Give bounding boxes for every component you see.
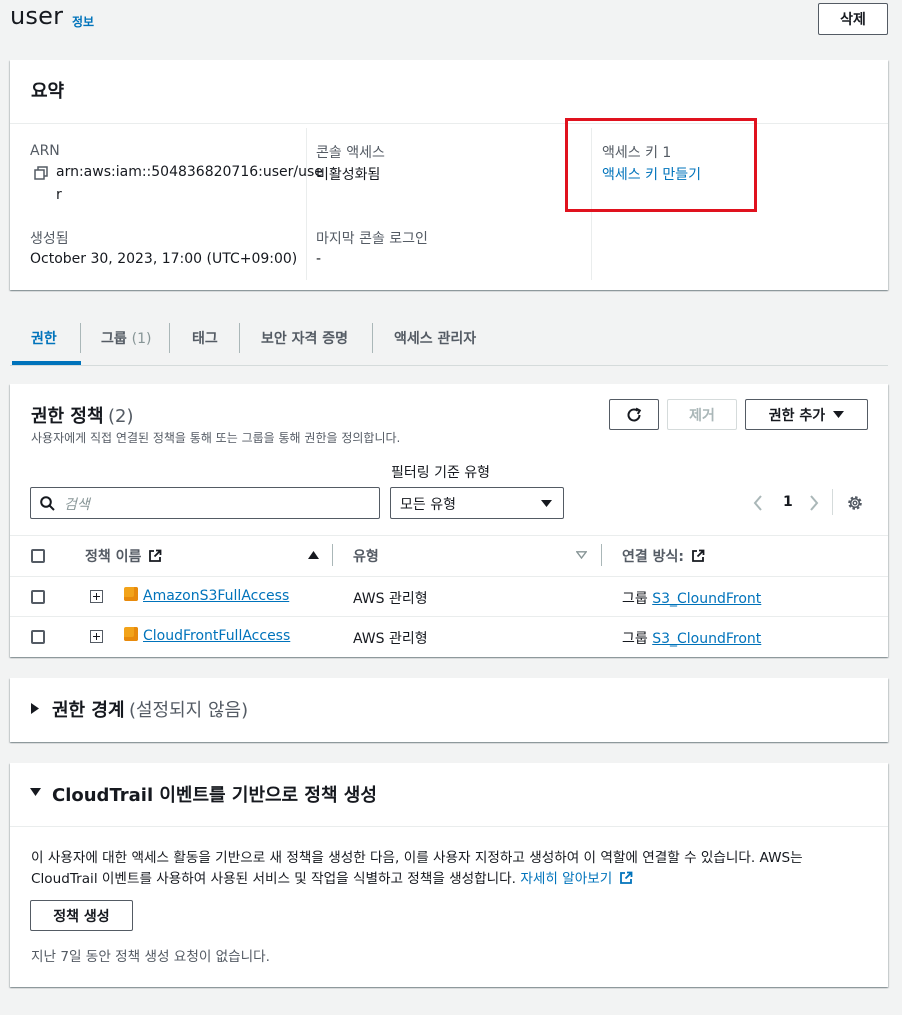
caret-right-icon[interactable]	[31, 703, 39, 714]
group-link[interactable]: S3_CloundFront	[652, 591, 761, 607]
summary-heading: 요약	[31, 81, 65, 102]
chevron-left-icon[interactable]	[753, 495, 763, 511]
tab-tags[interactable]: 태그	[192, 328, 218, 348]
cloudtrail-heading[interactable]: CloudTrail 이벤트를 기반으로 정책 생성	[52, 781, 377, 807]
last-login-value: -	[316, 251, 322, 267]
column-attached-via[interactable]: 연결 방식:	[622, 546, 705, 566]
created-value: October 30, 2023, 17:00 (UTC+09:00)	[30, 251, 298, 267]
row-checkbox[interactable]	[31, 590, 45, 604]
refresh-icon	[627, 407, 642, 421]
add-permissions-button[interactable]: 권한 추가	[745, 399, 868, 430]
boundary-status: (설정되지 않음)	[128, 700, 249, 721]
cloudtrail-policy-card: CloudTrail 이벤트를 기반으로 정책 생성 이 사용자에 대한 액세스…	[10, 763, 888, 987]
highlight-box	[565, 118, 757, 212]
no-requests-note: 지난 7일 동안 정책 생성 요청이 없습니다.	[31, 949, 270, 965]
expand-icon[interactable]	[90, 590, 103, 603]
caret-down-icon	[833, 410, 845, 418]
page-title: user	[10, 2, 64, 30]
search-input[interactable]: 검색	[30, 487, 380, 519]
type-filter-select[interactable]: 모든 유형	[390, 487, 564, 519]
tab-groups-label: 그룹	[101, 331, 127, 347]
policies-description: 사용자에게 직접 연결된 정책을 통해 또는 그룹을 통해 권한을 정의합니다.	[31, 431, 401, 445]
arn-value: arn:aws:iam::504836820716:user/use	[56, 164, 323, 180]
console-access-value: 비활성화됨	[316, 167, 381, 183]
tab-groups[interactable]: 그룹 (1)	[101, 328, 151, 348]
row-checkbox[interactable]	[31, 630, 45, 644]
sort-ascending-icon[interactable]	[308, 551, 319, 559]
search-placeholder: 검색	[64, 497, 90, 513]
copy-icon[interactable]	[34, 166, 48, 184]
search-icon	[40, 496, 55, 511]
external-link-icon[interactable]	[619, 871, 633, 885]
learn-more-link[interactable]: 자세히 알아보기	[520, 871, 612, 887]
select-all-checkbox[interactable]	[31, 549, 45, 563]
permissions-policies-card: 권한 정책 (2) 사용자에게 직접 연결된 정책을 통해 또는 그룹을 통해 …	[10, 384, 888, 657]
sort-icon[interactable]	[576, 551, 587, 559]
policies-heading: 권한 정책	[31, 406, 104, 427]
remove-button[interactable]: 제거	[667, 399, 737, 430]
attached-via: 그룹 S3_CloundFront	[622, 628, 761, 648]
delete-button[interactable]: 삭제	[818, 3, 888, 35]
external-link-icon	[149, 549, 162, 562]
caret-down-icon[interactable]	[30, 788, 41, 796]
last-login-label: 마지막 콘솔 로그인	[316, 231, 428, 247]
refresh-button[interactable]	[609, 399, 659, 430]
filter-label: 필터링 기준 유형	[391, 465, 491, 481]
policies-count: (2)	[107, 406, 134, 427]
boundary-heading: 권한 경계	[52, 700, 125, 721]
policies-heading-wrap: 권한 정책 (2)	[31, 402, 133, 428]
expand-icon[interactable]	[90, 630, 103, 643]
generate-policy-button[interactable]: 정책 생성	[30, 900, 133, 931]
permissions-boundary-card[interactable]: 권한 경계 (설정되지 않음)	[10, 678, 888, 742]
created-label: 생성됨	[30, 231, 69, 247]
column-policy-name-label: 정책 이름	[85, 549, 142, 565]
policy-name-link[interactable]: CloudFrontFullAccess	[143, 628, 290, 644]
attached-via-prefix: 그룹	[622, 591, 648, 607]
tab-groups-count: (1)	[131, 331, 152, 347]
tab-access-advisor[interactable]: 액세스 관리자	[394, 328, 476, 348]
policy-name-link[interactable]: AmazonS3FullAccess	[143, 588, 289, 604]
column-type[interactable]: 유형	[353, 546, 379, 566]
console-access-label: 콘솔 액세스	[316, 145, 385, 161]
attached-via-prefix: 그룹	[622, 631, 648, 647]
chevron-right-icon[interactable]	[809, 495, 819, 511]
tab-security-credentials[interactable]: 보안 자격 증명	[261, 328, 348, 348]
arn-value-wrap: r	[56, 187, 62, 203]
add-permissions-label: 권한 추가	[768, 407, 826, 424]
aws-managed-icon	[124, 587, 138, 601]
policy-type: AWS 관리형	[353, 591, 428, 607]
policy-type: AWS 관리형	[353, 631, 428, 647]
settings-gear-icon[interactable]	[846, 494, 864, 512]
column-policy-name[interactable]: 정책 이름	[85, 546, 162, 566]
cloudtrail-description-line2: CloudTrail 이벤트를 사용하여 사용된 서비스 및 작업을 식별하고 …	[31, 867, 633, 887]
caret-down-icon	[541, 500, 552, 507]
group-link[interactable]: S3_CloundFront	[652, 631, 761, 647]
type-filter-value: 모든 유형	[400, 497, 456, 513]
info-link[interactable]: 정보	[72, 13, 94, 30]
tab-permissions[interactable]: 권한	[31, 328, 57, 348]
cloudtrail-description-line1: 이 사용자에 대한 액세스 활동을 기반으로 새 정책을 생성한 다음, 이를 …	[31, 850, 803, 866]
attached-via: 그룹 S3_CloundFront	[622, 588, 761, 608]
aws-managed-icon	[124, 627, 138, 641]
column-attached-via-label: 연결 방식:	[622, 549, 684, 565]
page-number[interactable]: 1	[783, 494, 793, 510]
cloudtrail-description-text: CloudTrail 이벤트를 사용하여 사용된 서비스 및 작업을 식별하고 …	[31, 871, 517, 887]
external-link-icon	[691, 549, 705, 562]
arn-label: ARN	[30, 143, 60, 159]
boundary-heading-wrap: 권한 경계 (설정되지 않음)	[52, 696, 248, 722]
